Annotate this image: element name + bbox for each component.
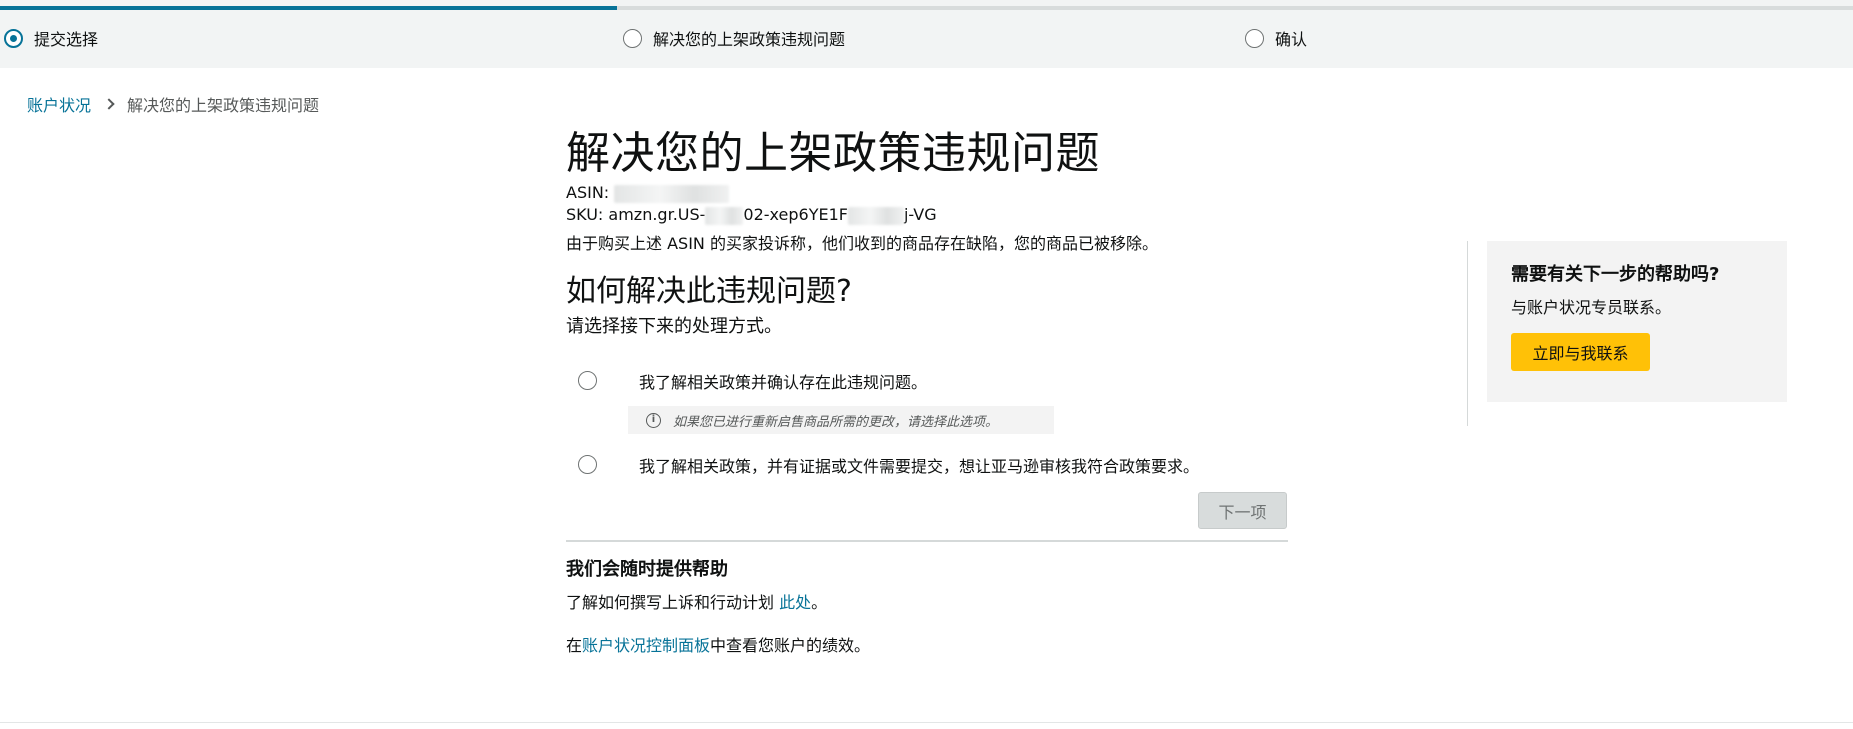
sku-line: SKU: amzn.gr.US- 02-xep6YE1F j-VG [566, 204, 1288, 226]
option-radio[interactable] [578, 455, 597, 474]
step-resolve-violation[interactable]: 解决您的上架政策违规问题 [623, 26, 845, 50]
page-bottom-divider [0, 722, 1853, 723]
asin-line: ASIN: [566, 182, 1288, 204]
appeal-help-suffix: 。 [811, 593, 828, 612]
instruction-text: 请选择接下来的处理方式。 [566, 316, 782, 337]
option-acknowledge-violation[interactable]: 我了解相关政策并确认存在此违规问题。 [578, 371, 927, 392]
progress-fill [0, 6, 618, 10]
sku-prefix: SKU: amzn.gr.US- [566, 205, 706, 224]
option-submit-evidence[interactable]: 我了解相关政策，并有证据或文件需要提交，想让亚马逊审核我符合政策要求。 [578, 455, 1199, 476]
dashboard-help-prefix: 在 [566, 636, 583, 655]
appeal-help-line: 了解如何撰写上诉和行动计划 此处。 [566, 589, 827, 613]
info-icon: i [646, 412, 661, 428]
sku-suffix: j-VG [903, 205, 937, 224]
breadcrumb-current: 解决您的上架政策违规问题 [127, 96, 320, 115]
dashboard-help-line: 在账户状况控制面板中查看您账户的绩效。 [566, 632, 870, 656]
option-hint: i 如果您已进行重新启售商品所需的更改，请选择此选项。 [628, 406, 1054, 434]
contact-card-text: 与账户状况专员联系。 [1511, 298, 1672, 317]
chevron-right-icon [103, 98, 115, 110]
progress-stepper: 提交选择 解决您的上架政策违规问题 确认 [0, 0, 1853, 68]
sku-mid: 02-xep6YE1F [743, 205, 848, 224]
step-label: 提交选择 [34, 30, 99, 49]
breadcrumb: 账户状况 解决您的上架政策违规问题 [27, 92, 319, 116]
contact-help-card: 需要有关下一步的帮助吗? 与账户状况专员联系。 立即与我联系 [1487, 241, 1787, 402]
redacted-sku-part [847, 206, 904, 225]
step-label: 确认 [1275, 30, 1308, 49]
option-label: 我了解相关政策并确认存在此违规问题。 [639, 372, 928, 392]
step-confirm[interactable]: 确认 [1245, 26, 1307, 50]
help-heading: 我们会随时提供帮助 [566, 559, 728, 580]
next-button[interactable]: 下一项 [1198, 492, 1287, 529]
redacted-sku-part [705, 206, 744, 225]
main-content: 解决您的上架政策违规问题 ASIN: SKU: amzn.gr.US- 02-xe… [566, 126, 1288, 720]
option-label: 我了解相关政策，并有证据或文件需要提交，想让亚马逊审核我符合政策要求。 [639, 456, 1200, 476]
removal-description: 由于购买上述 ASIN 的买家投诉称，他们收到的商品存在缺陷，您的商品已被移除。 [566, 234, 1158, 253]
progress-track [0, 6, 1853, 10]
breadcrumb-account-health-link[interactable]: 账户状况 [27, 92, 91, 116]
step-radio-icon [1245, 28, 1264, 48]
dashboard-help-suffix: 中查看您账户的绩效。 [710, 636, 871, 655]
contact-card-title: 需要有关下一步的帮助吗? [1511, 264, 1720, 285]
resolve-question-heading: 如何解决此违规问题? [566, 274, 852, 309]
step-submit-choice[interactable]: 提交选择 [4, 26, 98, 50]
step-radio-icon [623, 28, 642, 48]
section-divider [566, 540, 1288, 542]
page-title: 解决您的上架政策违规问题 [566, 128, 1100, 179]
appeal-guide-link[interactable]: 此处 [779, 593, 811, 612]
contact-me-button[interactable]: 立即与我联系 [1511, 333, 1650, 371]
step-radio-icon [4, 28, 23, 48]
hint-text: 如果您已进行重新启售商品所需的更改，请选择此选项。 [673, 414, 999, 430]
options-area: 我了解相关政策并确认存在此违规问题。 i 如果您已进行重新启售商品所需的更改，请… [566, 340, 1288, 720]
sidebar-divider [1467, 241, 1468, 426]
redacted-asin [614, 184, 730, 203]
appeal-help-text: 了解如何撰写上诉和行动计划 [566, 593, 780, 612]
option-radio[interactable] [578, 371, 597, 390]
step-label: 解决您的上架政策违规问题 [653, 30, 846, 49]
asin-label: ASIN: [566, 183, 610, 202]
account-health-dashboard-link[interactable]: 账户状况控制面板 [582, 636, 710, 655]
